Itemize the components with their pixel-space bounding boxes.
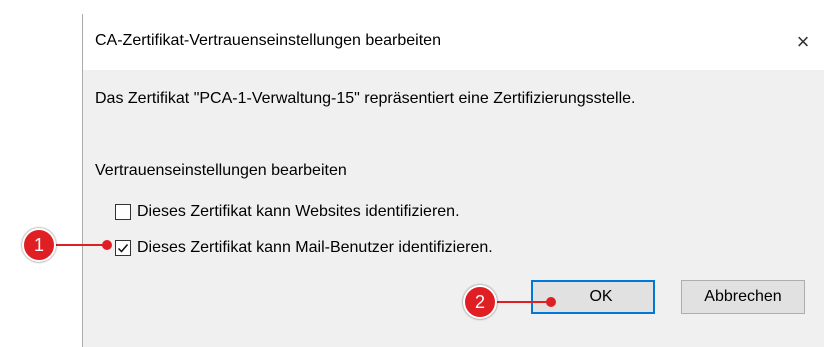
annotation-2-line [492, 301, 552, 303]
mail-users-option-label[interactable]: Dieses Zertifikat kann Mail-Benutzer ide… [137, 239, 493, 257]
websites-checkbox[interactable] [115, 204, 131, 220]
ok-button-label: OK [589, 288, 613, 305]
annotation-1-line [50, 244, 108, 246]
section-label: Vertrauenseinstellungen bearbeiten [95, 162, 347, 179]
cancel-button[interactable]: Abbrechen [681, 280, 805, 314]
trust-settings-dialog: CA-Zertifikat-Vertrauenseinstellungen be… [82, 14, 824, 347]
annotation-2-dot [546, 297, 556, 307]
websites-option[interactable]: Dieses Zertifikat kann Websites identifi… [115, 203, 460, 221]
websites-option-label[interactable]: Dieses Zertifikat kann Websites identifi… [137, 203, 460, 221]
certificate-message: Das Zertifikat "PCA-1-Verwaltung-15" rep… [95, 90, 636, 107]
dialog-title: CA-Zertifikat-Vertrauenseinstellungen be… [95, 32, 441, 49]
annotation-marker-1: 1 [22, 228, 56, 262]
mail-users-option[interactable]: Dieses Zertifikat kann Mail-Benutzer ide… [115, 239, 493, 257]
title-bar: CA-Zertifikat-Vertrauenseinstellungen be… [83, 14, 824, 70]
mail-users-checkbox[interactable] [115, 240, 131, 256]
checkmark-icon [117, 244, 129, 253]
close-icon[interactable]: × [781, 24, 824, 60]
annotation-marker-2: 2 [463, 285, 497, 319]
annotation-1-dot [102, 240, 112, 250]
